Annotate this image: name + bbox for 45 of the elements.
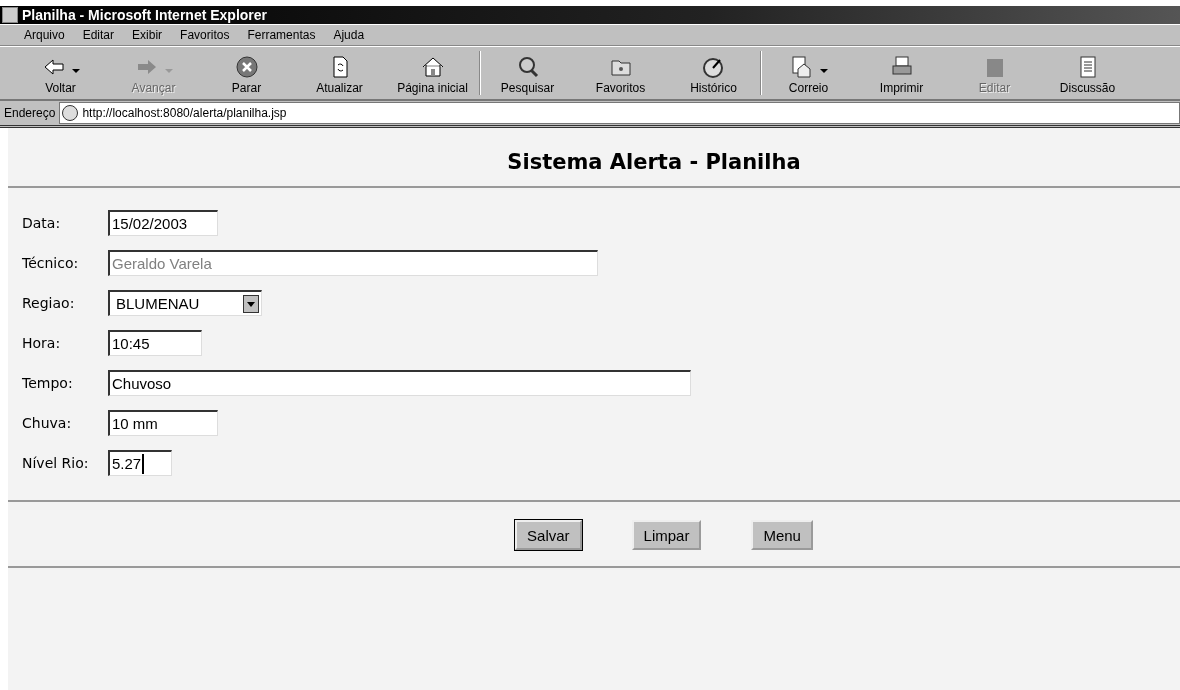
menu-item[interactable]: Arquivo bbox=[22, 28, 67, 42]
toolbar-button[interactable]: Parar bbox=[200, 51, 293, 95]
toolbar-button[interactable]: Voltar bbox=[14, 51, 107, 95]
field-label: Tempo: bbox=[22, 375, 74, 391]
toolbar-button[interactable]: Favoritos bbox=[574, 51, 667, 95]
field-label: Regiao: bbox=[22, 295, 76, 311]
dropdown[interactable]: BLUMENAU bbox=[108, 290, 262, 316]
mail-icon bbox=[789, 55, 814, 79]
clock-icon bbox=[701, 55, 726, 79]
field-label: Técnico: bbox=[22, 255, 80, 271]
toolbar-button[interactable]: Histórico bbox=[667, 51, 760, 95]
input-field[interactable]: 10:45 bbox=[108, 330, 202, 356]
page-heading: Sistema Alerta - Planilha bbox=[506, 150, 802, 174]
field-label: Chuva: bbox=[22, 415, 73, 431]
toolbar-button[interactable]: Página inicial bbox=[386, 51, 479, 95]
input-field[interactable]: 10 mm bbox=[108, 410, 218, 436]
field-label: Data: bbox=[22, 215, 62, 231]
caret-icon[interactable] bbox=[819, 69, 828, 73]
form-button[interactable]: Limpar bbox=[631, 520, 702, 550]
toolbar-button[interactable]: Imprimir bbox=[855, 51, 948, 95]
toolbar-button[interactable]: Pesquisar bbox=[481, 51, 574, 95]
toolbar-button[interactable]: Correio bbox=[762, 51, 855, 95]
toolbar-button[interactable]: Atualizar bbox=[293, 51, 386, 95]
input-field[interactable]: Chuvoso bbox=[108, 370, 691, 396]
form-button[interactable]: Menu bbox=[751, 520, 813, 550]
house-icon bbox=[420, 55, 445, 79]
field-label: Hora: bbox=[22, 335, 62, 351]
menu-item[interactable]: Editar bbox=[80, 28, 117, 42]
caret-icon[interactable] bbox=[243, 294, 259, 313]
toolbar-button[interactable]: Discussão bbox=[1041, 51, 1134, 95]
address-label: Endereço bbox=[4, 106, 56, 120]
input-field[interactable]: 5.27 bbox=[108, 450, 172, 476]
menu-item[interactable]: Ferramentas bbox=[245, 28, 318, 42]
caret-icon[interactable] bbox=[71, 69, 80, 73]
url-text: http://localhost:8080/alerta/planilha.jsp bbox=[82, 106, 287, 120]
window-title: Planilha - Microsoft Internet Explorer bbox=[22, 7, 268, 23]
menu-item[interactable]: Favoritos bbox=[178, 28, 232, 42]
input-field[interactable]: 15/02/2003 bbox=[108, 210, 218, 236]
menu-item[interactable]: Exibir bbox=[130, 28, 165, 42]
address-field[interactable]: http://localhost:8080/alerta/planilha.jsp bbox=[59, 102, 1180, 124]
input-field[interactable]: Geraldo Varela bbox=[108, 250, 598, 276]
stop-icon bbox=[234, 55, 259, 79]
menu-item[interactable]: Ajuda bbox=[331, 28, 367, 42]
field-label: Nível Rio: bbox=[22, 455, 90, 471]
form-button[interactable]: Salvar bbox=[515, 520, 582, 550]
